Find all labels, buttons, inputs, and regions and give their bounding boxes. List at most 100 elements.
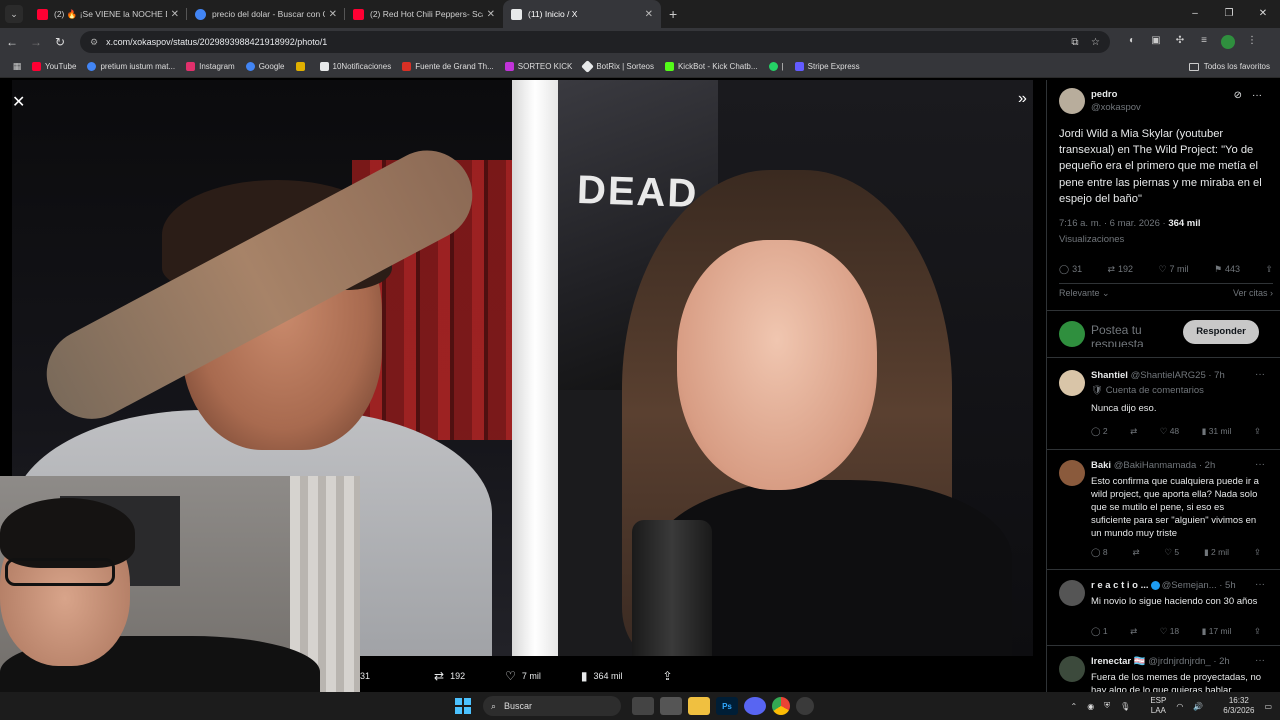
app-icon[interactable] [796, 697, 814, 715]
tab-google-search[interactable]: precio del dolar - Buscar con G ✕ [187, 0, 345, 28]
media-controls-icon[interactable]: ≡ [1192, 35, 1216, 49]
bookmark-sorteo-kick[interactable]: SORTEO KICK [504, 62, 572, 71]
windows-start-icon[interactable] [455, 698, 471, 714]
bookmark-star-icon[interactable]: ☆ [1091, 37, 1100, 48]
viewer-reply-button[interactable]: 31 [360, 671, 370, 681]
reply-item[interactable]: Irenectar 🏳️‍⚧️ @jrdnjrdnjrdn_ · 2h ··· … [1047, 646, 1280, 692]
share-icon[interactable]: ⇪ [1254, 626, 1261, 637]
language-indicator[interactable]: ESP LAA [1140, 696, 1166, 716]
close-tab-icon[interactable]: ✕ [329, 9, 337, 20]
close-viewer-icon[interactable]: ✕ [12, 92, 25, 112]
reply-item[interactable]: r e a c t i o ... @Semejan... · 5h ··· Mi… [1047, 570, 1280, 646]
close-window-button[interactable]: ✕ [1246, 0, 1280, 28]
repost-button[interactable]: ⇄ [1130, 426, 1137, 437]
sort-dropdown[interactable]: Relevante ⌄ [1059, 288, 1110, 299]
like-button[interactable]: ♡ 7 mil [1158, 264, 1188, 275]
more-options-icon[interactable]: ··· [1255, 579, 1265, 590]
shield-icon[interactable]: ⛨ [1104, 701, 1110, 711]
puzzle-icon[interactable]: ✣ [1168, 35, 1192, 49]
reply-item[interactable]: Shantiel @ShantielARG25 · 7h ··· 🛡 Cuent… [1047, 360, 1280, 450]
reply-button[interactable]: ◯ 1 [1091, 626, 1108, 637]
tab-youtube-rhcp[interactable]: (2) Red Hot Chili Peppers- Scar ✕ [345, 0, 503, 28]
maximize-button[interactable]: ❐ [1212, 0, 1246, 28]
like-button[interactable]: ♡ 5 [1164, 547, 1179, 558]
expand-panel-icon[interactable]: » [1018, 90, 1027, 108]
app-icon[interactable] [660, 697, 682, 715]
bookmark-grand-theft[interactable]: Fuente de Grand Th... [402, 62, 494, 71]
clock[interactable]: 16:32 6/3/2026 [1213, 696, 1254, 716]
bookmark-botrix[interactable]: BotRix | Sorteos [581, 60, 654, 73]
apps-grid-icon[interactable]: ▦ [6, 61, 28, 72]
bookmark-google[interactable]: Google [245, 62, 285, 71]
bookmark-whatsapp[interactable]: | [768, 62, 784, 71]
bookmark-kickbot[interactable]: KickBot - Kick Chatb... [664, 62, 758, 71]
bookmark-instagram[interactable]: Instagram [186, 62, 235, 71]
network-app-icon[interactable]: ◉ [1087, 702, 1094, 711]
tab-x-inicio[interactable]: (11) Inicio / X ✕ [503, 0, 661, 28]
install-app-icon[interactable]: ⧉ [1071, 37, 1078, 48]
viewer-views-button[interactable]: ▮ 364 mil [581, 669, 623, 683]
wifi-icon[interactable]: ◠ [1176, 702, 1183, 711]
views-button[interactable]: ▮ 17 mil [1202, 626, 1232, 637]
see-quotes-link[interactable]: Ver citas › [1233, 288, 1273, 299]
tweet-author[interactable]: pedro @xokaspov [1059, 88, 1141, 114]
more-options-icon[interactable]: ··· [1255, 459, 1265, 470]
like-button[interactable]: ♡ 48 [1160, 426, 1179, 437]
repost-button[interactable]: ⇄ [1132, 547, 1139, 558]
discord-icon[interactable] [744, 697, 766, 715]
photoshop-icon[interactable]: Ps [716, 697, 738, 715]
back-button[interactable]: ← [0, 35, 24, 49]
close-tab-icon[interactable]: ✕ [171, 9, 179, 20]
views-button[interactable]: ▮ 31 mil [1202, 426, 1232, 437]
profile-avatar[interactable] [1221, 35, 1235, 49]
all-bookmarks-button[interactable]: Todos los favoritos [1188, 56, 1270, 78]
task-view-icon[interactable] [632, 697, 654, 715]
site-info-icon[interactable]: ⚙ [90, 37, 98, 48]
bookmark-10notificaciones[interactable]: 10Notificaciones [319, 62, 391, 71]
grok-icon[interactable]: ⊘ [1234, 90, 1242, 101]
reply-item[interactable]: Baki @BakiHanmamada · 2h ··· Esto confir… [1047, 450, 1280, 570]
repost-button[interactable]: ⇄ 192 [1107, 264, 1133, 275]
share-icon[interactable]: ⇪ [1254, 426, 1261, 437]
tab-search-icon[interactable]: ⌄ [5, 5, 23, 23]
avatar[interactable] [1059, 460, 1085, 486]
menu-icon[interactable]: ⋮ [1240, 35, 1264, 49]
views-button[interactable]: ▮ 2 mil [1204, 547, 1229, 558]
share-button[interactable]: ⇪ [1265, 264, 1273, 275]
microphone-icon[interactable]: 🎙 [1120, 702, 1130, 711]
avatar[interactable] [1059, 580, 1085, 606]
repost-button[interactable]: ⇄ [1130, 626, 1137, 637]
reply-button[interactable]: ◯ 31 [1059, 264, 1082, 275]
tab-youtube-noche[interactable]: (2) 🔥 ¡Se VIENE la NOCHE DO ✕ [29, 0, 187, 28]
share-icon[interactable]: ⇪ [1254, 547, 1261, 558]
reload-button[interactable]: ↻ [48, 35, 72, 49]
minimize-button[interactable]: – [1178, 0, 1212, 28]
file-explorer-icon[interactable] [688, 697, 710, 715]
tweet-time[interactable]: 7:16 a. m. · 6 mar. 2026 · [1059, 218, 1168, 229]
reply-submit-button[interactable]: Responder [1183, 320, 1259, 344]
reply-button[interactable]: ◯ 8 [1091, 547, 1108, 558]
extension-icon[interactable]: ▣ [1144, 35, 1168, 49]
avatar[interactable] [1059, 370, 1085, 396]
bookmark-icon-only[interactable] [295, 62, 309, 71]
bookmark-pretium[interactable]: pretium iustum mat... [87, 62, 175, 71]
taskbar-search[interactable]: ⌕ Buscar [483, 696, 621, 716]
viewer-share-button[interactable]: ⇪ [663, 669, 679, 683]
bookmark-button[interactable]: ⚑ 443 [1214, 264, 1240, 275]
more-options-icon[interactable]: ··· [1252, 90, 1262, 101]
url-field[interactable]: ⚙ x.com/xokaspov/status/2029893988421918… [80, 31, 1110, 53]
avatar[interactable] [1059, 88, 1085, 114]
more-options-icon[interactable]: ··· [1255, 655, 1265, 666]
reply-input[interactable]: Postea tu respuesta [1091, 323, 1171, 347]
extension-icon[interactable]: ◐ [1120, 35, 1144, 49]
close-tab-icon[interactable]: ✕ [487, 9, 495, 20]
chrome-icon[interactable] [772, 697, 790, 715]
viewer-repost-button[interactable]: ⇄ 192 [434, 669, 465, 683]
forward-button[interactable]: → [24, 35, 48, 49]
bookmark-stripe[interactable]: Stripe Express [794, 62, 860, 71]
close-tab-icon[interactable]: ✕ [645, 9, 653, 20]
like-button[interactable]: ♡ 18 [1160, 626, 1179, 637]
bookmark-youtube[interactable]: YouTube [32, 62, 76, 71]
viewer-like-button[interactable]: ♡ 7 mil [505, 669, 541, 683]
new-tab-button[interactable]: + [669, 6, 677, 22]
